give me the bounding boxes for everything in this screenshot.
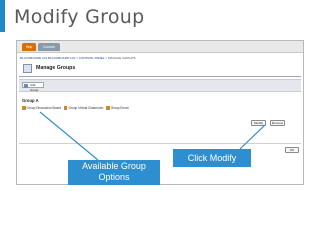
group-option-discussion[interactable]: Group Discussion Board [22, 106, 61, 110]
divider [19, 143, 301, 144]
virtual-classroom-icon [63, 106, 68, 110]
breadcrumb: BLACKBOARD 101 BLACKBOARD 101 > CONTROL … [20, 56, 136, 60]
breadcrumb-current: MANAGE GROUPS [107, 56, 136, 60]
title-accent-bar [0, 0, 5, 32]
page-header: Manage Groups [19, 62, 301, 77]
breadcrumb-control-panel[interactable]: CONTROL PANEL [79, 56, 105, 60]
page-title: Manage Groups [36, 65, 76, 71]
group-name: Group A [22, 98, 39, 103]
slide-title: Modify Group [14, 6, 145, 28]
discussion-board-icon [22, 106, 26, 110]
remove-button[interactable]: Remove [270, 120, 285, 126]
breadcrumb-course[interactable]: BLACKBOARD 101 BLACKBOARD 101 [20, 56, 75, 60]
group-options: Group Discussion Board Group Virtual Cla… [22, 106, 130, 110]
email-icon [106, 106, 110, 110]
tab-bar: Help Courses [17, 41, 303, 53]
tab-help[interactable]: Help [22, 43, 36, 51]
callout-click-modify: Click Modify [173, 149, 251, 167]
group-option-email[interactable]: Group Email [106, 106, 128, 110]
action-bar: Add Group [19, 79, 301, 92]
add-group-button[interactable]: Add Group [22, 82, 44, 92]
callout-options-line2: Options [98, 172, 130, 182]
manage-groups-icon [23, 64, 32, 73]
callout-available-options: Available Group Options [68, 160, 160, 185]
modify-button[interactable]: Modify [251, 120, 266, 126]
ok-button[interactable]: OK [285, 147, 299, 153]
screenshot-frame: Help Courses BLACKBOARD 101 BLACKBOARD 1… [16, 40, 304, 185]
group-option-classroom[interactable]: Group Virtual Classroom [63, 106, 103, 110]
tab-courses[interactable]: Courses [38, 43, 60, 51]
callout-options-line1: Available Group [82, 161, 146, 171]
